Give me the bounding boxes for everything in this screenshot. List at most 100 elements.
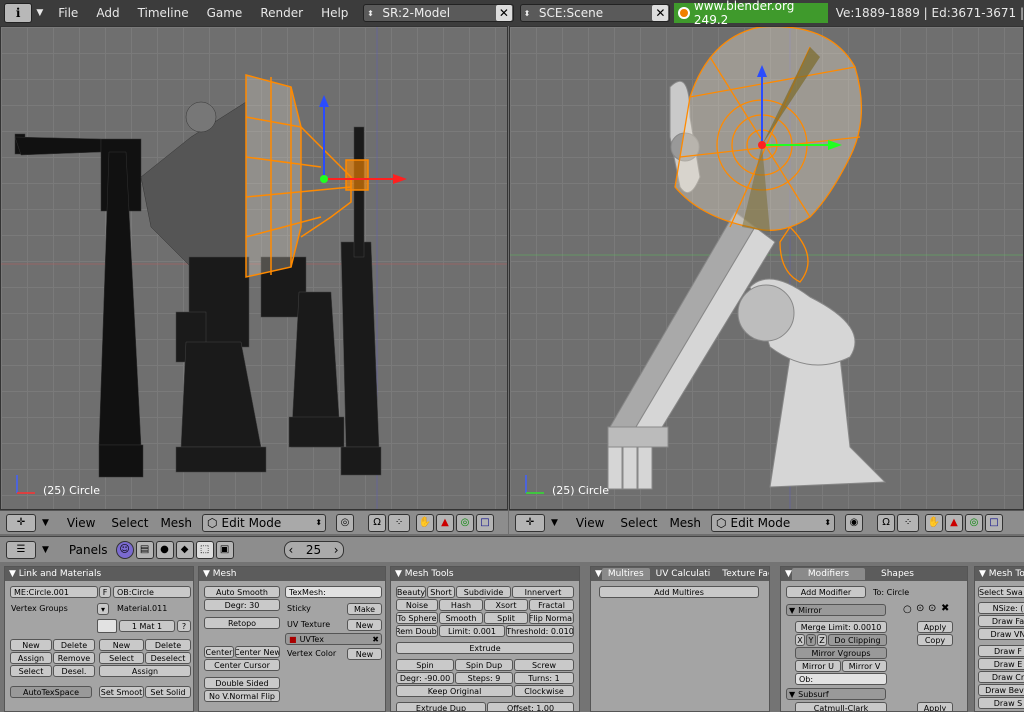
menu-add[interactable]: Add <box>87 6 128 20</box>
short-toggle[interactable]: Short <box>427 586 455 598</box>
circle-icon[interactable]: ◎ <box>456 513 475 532</box>
mesh-name-field[interactable]: ME:Circle.001 <box>10 586 98 598</box>
material-select-button[interactable]: Select <box>99 652 144 664</box>
collapse-arrow-icon[interactable]: ▼ <box>36 8 43 18</box>
vgroup-new-button[interactable]: New <box>10 639 52 651</box>
axis-y-toggle[interactable]: Y <box>806 634 816 646</box>
modifier-visibility-icon[interactable]: ○ <box>903 604 912 615</box>
material-index-field[interactable]: 1 Mat 1 <box>119 620 175 632</box>
draw-vnormals-toggle[interactable]: Draw VN <box>978 628 1024 640</box>
extrude-dup-button[interactable]: Extrude Dup <box>396 702 486 711</box>
copy-button[interactable]: Copy <box>917 634 953 646</box>
steps-field[interactable]: Steps: 9 <box>455 672 513 684</box>
remove-modifier-icon[interactable]: ✖ <box>941 603 949 614</box>
url-badge[interactable]: www.blender.org 249.2 <box>674 0 828 27</box>
mirror-u-toggle[interactable]: Mirror U <box>795 660 841 672</box>
uvtex-layer[interactable]: ■ UVTex ✖ <box>285 633 382 645</box>
pivot-icon[interactable]: Ω <box>877 513 896 532</box>
tab-shapes[interactable]: Shapes <box>865 568 930 580</box>
menu-help[interactable]: Help <box>312 6 357 20</box>
draw-faces-toggle[interactable]: Draw F <box>978 645 1024 657</box>
panel-header[interactable]: ▼ Mesh Tools <box>975 567 1024 581</box>
frame-field[interactable]: ‹ 25 › <box>283 540 344 559</box>
draw-type-icon[interactable]: ◉ <box>845 513 864 532</box>
keep-original-toggle[interactable]: Keep Original <box>396 685 513 697</box>
menu-select[interactable]: Select <box>111 516 148 530</box>
xsort-button[interactable]: Xsort <box>484 599 528 611</box>
script-context-icon[interactable]: ▤ <box>135 540 154 559</box>
collapse-arrow-icon[interactable]: ▼ <box>42 518 49 528</box>
material-help-button[interactable]: ? <box>177 620 191 632</box>
menu-select[interactable]: Select <box>620 516 657 530</box>
uvtex-name[interactable]: UVTex <box>300 635 373 644</box>
hash-button[interactable]: Hash <box>439 599 483 611</box>
panel-header[interactable]: ▼ Link and Materials <box>5 567 193 581</box>
scene-selector[interactable]: ⬍ SCE:Scene ✕ <box>519 4 671 22</box>
rem-doubles-button[interactable]: Rem Doubl <box>396 625 438 637</box>
editor-type-icon[interactable]: ☰ <box>6 540 36 559</box>
material-deselect-button[interactable]: Deselect <box>145 652 191 664</box>
menu-game[interactable]: Game <box>198 6 252 20</box>
subdivide-button[interactable]: Subdivide <box>456 586 511 598</box>
square-icon[interactable]: □ <box>476 513 495 532</box>
circle-icon[interactable]: ◎ <box>965 513 984 532</box>
draw-seams-toggle[interactable]: Draw S <box>978 697 1024 709</box>
do-clipping-toggle[interactable]: Do Clipping <box>828 634 887 646</box>
draw-bevel-toggle[interactable]: Draw Bevel <box>978 684 1024 696</box>
spin-button[interactable]: Spin <box>396 659 454 671</box>
panel-header[interactable]: ▼ Multires UV Calculati Texture Face <box>591 567 769 581</box>
vertex-color-new-button[interactable]: New <box>347 648 382 660</box>
arrow-left-icon[interactable]: ‹ <box>289 543 294 557</box>
draw-normals-toggle[interactable]: Draw Fa <box>978 615 1024 627</box>
center-cursor-button[interactable]: Center Cursor <box>204 659 280 671</box>
uv-texture-new-button[interactable]: New <box>347 619 382 631</box>
texmesh-field[interactable]: TexMesh: <box>285 586 382 598</box>
set-solid-button[interactable]: Set Solid <box>145 686 191 698</box>
vgroup-remove-button[interactable]: Remove <box>53 652 95 664</box>
square-icon[interactable]: □ <box>985 513 1004 532</box>
draw-type-icon[interactable]: ◎ <box>336 513 355 532</box>
set-smooth-button[interactable]: Set Smoot <box>99 686 144 698</box>
center-new-button[interactable]: Center New <box>235 646 280 658</box>
material-assign-button[interactable]: Assign <box>99 665 191 677</box>
beauty-toggle[interactable]: Beauty <box>396 586 426 598</box>
pivot-icon[interactable]: Ω <box>368 513 387 532</box>
move-up-icon[interactable]: ⊙ <box>916 603 924 614</box>
expand-arrow-icon[interactable]: ▼ <box>789 606 795 615</box>
draw-creases-toggle[interactable]: Draw Cr <box>978 671 1024 683</box>
expand-arrow-icon[interactable]: ▼ <box>789 690 795 699</box>
panel-header[interactable]: ▼ Modifiers Shapes <box>781 567 967 581</box>
auto-smooth-toggle[interactable]: Auto Smooth <box>204 586 280 598</box>
smooth-button[interactable]: Smooth <box>439 612 483 624</box>
spin-degr-field[interactable]: Degr: -90.00 <box>396 672 454 684</box>
object-context-icon[interactable]: ◆ <box>175 540 194 559</box>
double-sided-toggle[interactable]: Double Sided <box>204 677 280 689</box>
apply-button[interactable]: Apply <box>917 621 953 633</box>
updown-arrow-icon[interactable]: ⬍ <box>364 9 376 18</box>
turns-field[interactable]: Turns: 1 <box>514 672 574 684</box>
layer-active-icon[interactable]: ■ <box>289 635 297 644</box>
vertex-group-menu[interactable]: ▾ <box>97 603 109 615</box>
tab-texture-face[interactable]: Texture Face <box>716 568 769 580</box>
hand-grab-icon[interactable]: ✋ <box>925 513 944 532</box>
select-swap-button[interactable]: Select Swa <box>978 586 1024 598</box>
mode-selector[interactable]: ⬡ Edit Mode ⬍ <box>202 513 327 532</box>
screw-button[interactable]: Screw <box>514 659 574 671</box>
retopo-toggle[interactable]: Retopo <box>204 617 280 629</box>
menu-view[interactable]: View <box>67 516 95 530</box>
add-modifier-menu[interactable]: Add Modifier <box>786 586 866 598</box>
menu-render[interactable]: Render <box>251 6 312 20</box>
mirror-modifier-name[interactable]: Mirror <box>798 606 822 615</box>
axis-x-toggle[interactable]: X <box>795 634 805 646</box>
tab-multires[interactable]: Multires <box>601 568 650 580</box>
updown-arrow-icon[interactable]: ⬍ <box>521 9 533 18</box>
degr-field[interactable]: Degr: 30 <box>204 599 280 611</box>
close-screen-icon[interactable]: ✕ <box>495 5 512 21</box>
mirror-object-field[interactable]: Ob: <box>795 673 887 685</box>
innervert-button[interactable]: Innervert <box>512 586 574 598</box>
triangle-icon[interactable]: ▲ <box>945 513 964 532</box>
logic-context-icon[interactable]: ☺ <box>115 540 134 559</box>
close-scene-icon[interactable]: ✕ <box>652 5 669 21</box>
fractal-button[interactable]: Fractal <box>529 599 574 611</box>
limit-field[interactable]: Limit: 0.001 <box>439 625 505 637</box>
